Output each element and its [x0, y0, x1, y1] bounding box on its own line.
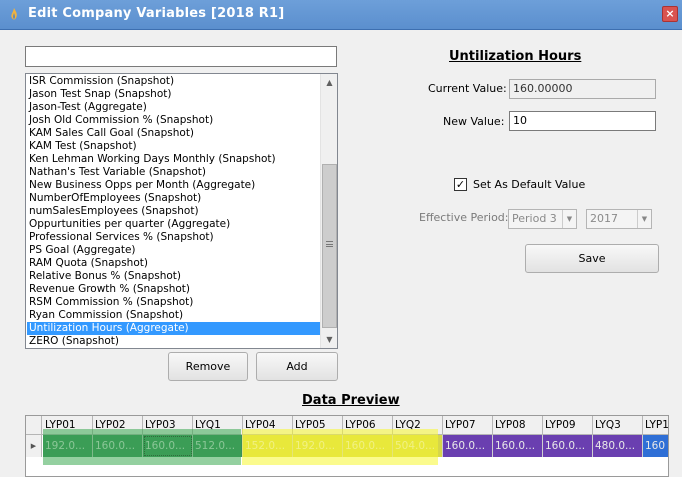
variable-list-items: ISR Commission (Snapshot) Jason Test Snap… — [27, 75, 321, 348]
new-value-input[interactable]: 10 — [509, 111, 656, 131]
data-preview-grid[interactable]: LYP01 LYP02 LYP03 LYQ1 LYP04 LYP05 LYP06 LYQ2 LY… — [25, 415, 669, 477]
save-button[interactable]: Save — [525, 244, 659, 273]
list-item[interactable]: Revenue Growth % (Snapshot) — [27, 283, 321, 296]
list-item[interactable]: RSM Commission % (Snapshot) — [27, 296, 321, 309]
row-marker-icon: ▶ — [26, 435, 42, 457]
list-item[interactable]: ZERO (Snapshot) — [27, 335, 321, 348]
list-item[interactable]: New Business Opps per Month (Aggregate) — [27, 179, 321, 192]
table-cell[interactable]: 160.0... — [493, 435, 543, 457]
list-item[interactable]: Nathan's Test Variable (Snapshot) — [27, 166, 321, 179]
column-header[interactable]: LYQ3 — [593, 416, 643, 435]
period-select[interactable]: Period 3 ▼ — [508, 209, 577, 229]
list-scrollbar[interactable]: ▲ ▼ — [320, 74, 337, 348]
period-select-value: Period 3 — [512, 212, 557, 225]
list-item[interactable]: PS Goal (Aggregate) — [27, 244, 321, 257]
chevron-down-icon: ▼ — [637, 210, 651, 228]
green-highlight — [43, 429, 241, 465]
add-button[interactable]: Add — [256, 352, 338, 381]
default-value-checkbox[interactable]: ✓ — [454, 178, 467, 191]
remove-button[interactable]: Remove — [168, 352, 248, 381]
list-item[interactable]: ISR Commission (Snapshot) — [27, 75, 321, 88]
new-value-label: New Value: — [443, 115, 505, 128]
list-item[interactable]: Untilization Hours (Aggregate) — [27, 322, 321, 335]
scroll-up-icon[interactable]: ▲ — [321, 74, 337, 91]
list-item[interactable]: NumberOfEmployees (Snapshot) — [27, 192, 321, 205]
close-button[interactable]: × — [662, 6, 678, 22]
default-value-label[interactable]: Set As Default Value — [473, 178, 585, 191]
current-value-field: 160.00000 — [509, 79, 656, 99]
list-item[interactable]: KAM Test (Snapshot) — [27, 140, 321, 153]
list-item[interactable]: Jason-Test (Aggregate) — [27, 101, 321, 114]
variable-list[interactable]: ISR Commission (Snapshot) Jason Test Snap… — [25, 73, 338, 349]
table-cell[interactable]: 480.0... — [593, 435, 643, 457]
list-item[interactable]: RAM Quota (Snapshot) — [27, 257, 321, 270]
list-item[interactable]: numSalesEmployees (Snapshot) — [27, 205, 321, 218]
list-item[interactable]: Josh Old Commission % (Snapshot) — [27, 114, 321, 127]
grid-corner — [26, 416, 42, 435]
column-header[interactable]: LYP1 — [643, 416, 668, 435]
scroll-thumb[interactable] — [322, 164, 337, 328]
table-cell[interactable]: 160.0... — [543, 435, 593, 457]
list-item[interactable]: Ken Lehman Working Days Monthly (Snapsho… — [27, 153, 321, 166]
title-bar: Edit Company Variables [2018 R1] × — [0, 0, 682, 30]
search-input[interactable] — [25, 46, 337, 67]
column-header[interactable]: LYP08 — [493, 416, 543, 435]
year-select-value: 2017 — [590, 212, 618, 225]
yellow-highlight — [242, 429, 438, 465]
scroll-down-icon[interactable]: ▼ — [321, 331, 337, 348]
list-item[interactable]: Ryan Commission (Snapshot) — [27, 309, 321, 322]
effective-period-label: Effective Period: — [419, 211, 509, 224]
variable-title: Untilization Hours — [449, 49, 582, 64]
window-title: Edit Company Variables [2018 R1] — [28, 6, 285, 21]
chevron-down-icon: ▼ — [562, 210, 576, 228]
dialog-body: ISR Commission (Snapshot) Jason Test Snap… — [0, 30, 682, 477]
list-item[interactable]: Oppurtunities per quarter (Aggregate) — [27, 218, 321, 231]
table-cell[interactable]: 160 — [643, 435, 668, 457]
table-cell[interactable]: 160.0... — [443, 435, 493, 457]
year-select[interactable]: 2017 ▼ — [586, 209, 652, 229]
grip-icon — [326, 241, 333, 247]
data-preview-title: Data Preview — [302, 393, 400, 408]
app-flame-icon — [11, 8, 17, 20]
list-item[interactable]: KAM Sales Call Goal (Snapshot) — [27, 127, 321, 140]
list-item[interactable]: Jason Test Snap (Snapshot) — [27, 88, 321, 101]
column-header[interactable]: LYP09 — [543, 416, 593, 435]
column-header[interactable]: LYP07 — [443, 416, 493, 435]
list-item[interactable]: Professional Services % (Snapshot) — [27, 231, 321, 244]
current-value-label: Current Value: — [428, 82, 507, 95]
list-item[interactable]: Relative Bonus % (Snapshot) — [27, 270, 321, 283]
